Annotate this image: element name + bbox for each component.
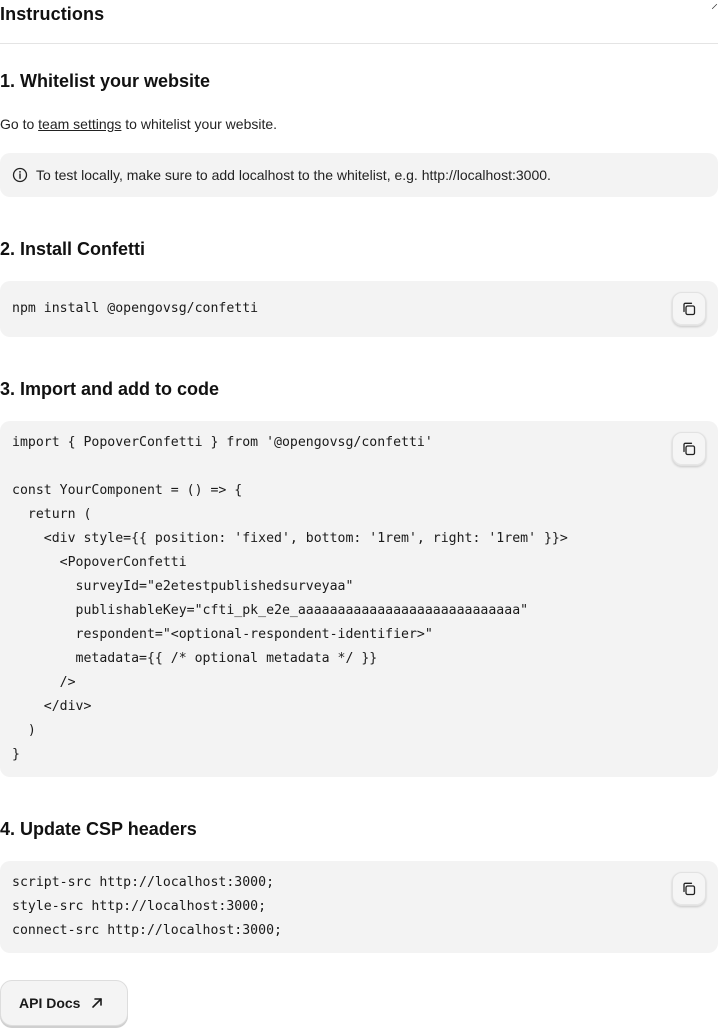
page-title: Instructions [0,4,105,24]
csp-code: script-src http://localhost:3000; style-… [12,875,282,938]
arrow-up-right-icon [92,998,103,1008]
step4-title: 4. Update CSP headers [0,819,197,839]
info-icon [12,167,28,183]
copy-icon [683,302,696,316]
step3-title: 3. Import and add to code [0,379,220,399]
install-code-block: npm install @opengovsg/confetti [0,281,718,337]
import-code-block: import { PopoverConfetti } from '@opengo… [0,421,718,777]
step1-text-after: to whitelist your website. [121,116,278,132]
copy-icon [683,442,696,456]
instructions-header: Instructions ⸝ [0,0,718,44]
copy-icon [683,882,696,896]
step2-title: 2. Install Confetti [0,239,146,259]
api-docs-button[interactable]: API Docs [0,980,128,1026]
import-code: import { PopoverConfetti } from '@opengo… [12,435,568,762]
step1-text-before: Go to [0,116,39,132]
copy-csp-button[interactable] [672,872,706,906]
csp-code-block: script-src http://localhost:3000; style-… [0,861,718,953]
team-settings-link[interactable]: team settings [38,116,121,132]
callout-text: To test locally, make sure to add localh… [36,167,551,183]
install-command: npm install @opengovsg/confetti [12,301,259,316]
copy-install-button[interactable] [672,292,706,326]
step1-title: 1. Whitelist your website [0,71,211,91]
localhost-callout: To test locally, make sure to add localh… [0,153,718,197]
copy-import-button[interactable] [672,432,706,466]
api-docs-label: API Docs [19,995,81,1011]
close-icon[interactable]: ⸝ [711,0,718,13]
step1-description: Go to team settings to whitelist your we… [0,116,277,132]
